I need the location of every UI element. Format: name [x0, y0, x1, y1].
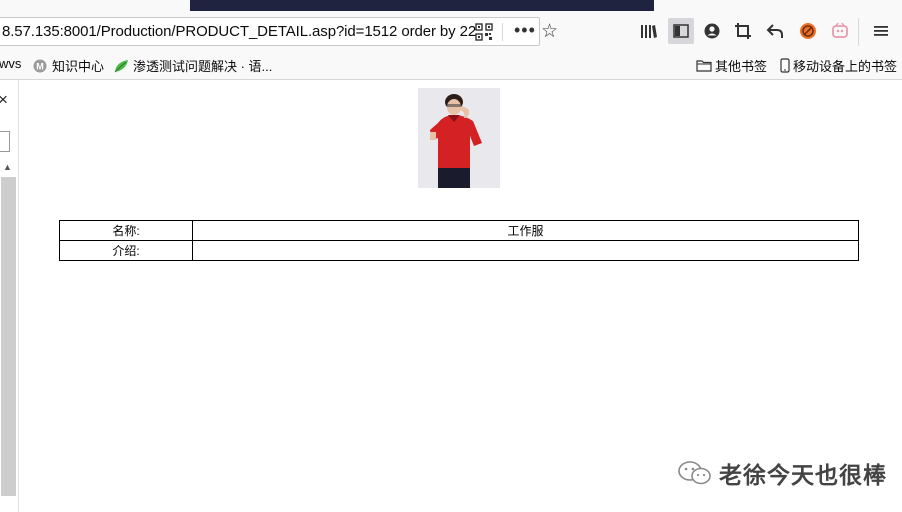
- close-icon[interactable]: ×: [0, 90, 8, 110]
- intro-value: [192, 240, 859, 261]
- block-extension-icon[interactable]: [797, 20, 819, 42]
- bookmark-wvs[interactable]: wvs: [0, 56, 21, 71]
- toolbar-separator: [858, 18, 859, 46]
- url-text[interactable]: 8.57.135:8001/Production/PRODUCT_DETAIL.…: [2, 23, 476, 40]
- page-content: 名称: 工作服 介绍:: [19, 80, 902, 512]
- watermark-text: 老徐今天也很棒: [719, 462, 887, 488]
- side-panel-input[interactable]: [0, 131, 10, 152]
- tab-region[interactable]: [418, 0, 654, 11]
- extension-pink-icon[interactable]: [829, 20, 851, 42]
- watermark: 老徐今天也很棒: [677, 456, 887, 490]
- name-label: 名称:: [59, 220, 193, 241]
- url-path: :8001/Production/PRODUCT_DETAIL.asp?id=1…: [59, 23, 477, 40]
- svg-text:M: M: [36, 61, 44, 71]
- url-separator: [502, 23, 503, 41]
- side-panel: × ▲: [0, 80, 19, 512]
- bookmarks-toolbar: wvs M 知识中心 渗透测试问题解决 · 语... 其他书签 移动设备上的书签: [0, 50, 902, 80]
- table-row: 介绍:: [59, 240, 859, 261]
- leaf-icon: [114, 59, 128, 72]
- intro-label: 介绍:: [59, 240, 193, 261]
- bookmark-folder-label: 移动设备上的书签: [793, 59, 898, 74]
- bookmark-folder-other[interactable]: 其他书签: [696, 56, 767, 75]
- qr-code-icon[interactable]: [475, 23, 493, 41]
- m-circle-icon: M: [33, 59, 47, 72]
- url-bar[interactable]: 8.57.135:8001/Production/PRODUCT_DETAIL.…: [0, 17, 558, 46]
- sidebar-toggle-icon[interactable]: [668, 18, 694, 44]
- bookmark-label: 知识中心: [52, 59, 105, 74]
- bookmark-pentest[interactable]: 渗透测试问题解决 · 语...: [114, 56, 272, 75]
- menu-hamburger-icon[interactable]: [870, 20, 892, 42]
- bookmark-star-icon[interactable]: ☆: [541, 20, 558, 43]
- page-actions-icon[interactable]: •••: [514, 20, 536, 41]
- scroll-up-arrow-icon[interactable]: ▲: [3, 162, 12, 172]
- name-value: 工作服: [192, 220, 859, 241]
- wechat-icon: [678, 461, 711, 485]
- uniform-photo: [418, 88, 500, 188]
- back-arrow-icon[interactable]: [764, 20, 786, 42]
- bookmark-folder-mobile[interactable]: 移动设备上的书签: [780, 56, 897, 75]
- bookmark-label: wvs: [0, 56, 22, 71]
- bookmark-knowledge-center[interactable]: M 知识中心: [33, 56, 104, 75]
- bookmark-label: 渗透测试问题解决 · 语...: [133, 59, 273, 74]
- tab-strip: [0, 0, 902, 11]
- bookmark-folder-label: 其他书签: [715, 59, 768, 74]
- table-row: 名称: 工作服: [59, 220, 859, 241]
- scrollbar-thumb[interactable]: [1, 177, 16, 496]
- phone-icon: [780, 58, 790, 73]
- product-image: [418, 88, 500, 188]
- product-detail-table: 名称: 工作服 介绍:: [59, 220, 859, 261]
- folder-icon: [696, 60, 712, 72]
- active-tab-region[interactable]: [190, 0, 418, 11]
- url-host: 8.57.135: [2, 23, 60, 40]
- library-icon[interactable]: [638, 20, 660, 42]
- account-icon[interactable]: [701, 20, 723, 42]
- crop-screenshot-icon[interactable]: [732, 20, 754, 42]
